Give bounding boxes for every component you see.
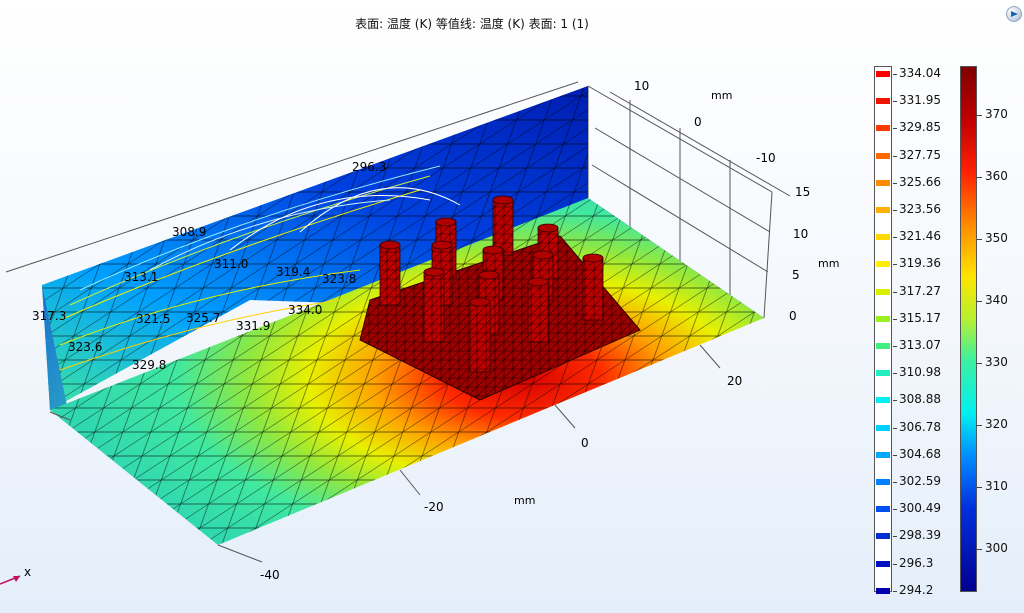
contour-legend-label: 298.39: [899, 528, 941, 543]
contour-label: 296.3: [352, 160, 386, 174]
contour-label: 331.9: [236, 319, 270, 333]
x-tick-label: -20: [424, 500, 444, 514]
z-tick-label: 15: [795, 185, 810, 199]
contour-legend-swatch: [876, 506, 890, 513]
pin-fin: [423, 267, 445, 343]
contour-legend-swatch: [876, 560, 890, 567]
contour-legend-swatch: [876, 315, 890, 322]
contour-legend: [874, 66, 897, 594]
contour-legend-swatch: [876, 98, 890, 105]
contour-legend-label: 321.46: [899, 229, 941, 244]
surface-legend-label: 340: [985, 293, 1008, 307]
contour-legend-label: 323.56: [899, 202, 941, 216]
contour-legend-label: 329.85: [899, 120, 941, 135]
contour-legend-swatch: [876, 343, 890, 349]
surface-legend-label: 370: [985, 107, 1008, 121]
contour-legend-label: 310.98: [899, 365, 941, 380]
contour-legend-swatch: [876, 152, 890, 159]
contour-legend-label: 327.75: [899, 147, 941, 162]
contour-legend-label: 325.66: [899, 174, 941, 189]
contour-legend-swatch: [876, 207, 890, 213]
contour-legend-label: 334.04: [899, 66, 941, 80]
contour-legend-swatch: [876, 424, 890, 431]
contour-label: 325.7: [186, 311, 220, 325]
contour-legend-swatch: [876, 261, 890, 268]
pin-fin: [527, 277, 549, 343]
contour-legend-label: 294.2: [899, 582, 934, 597]
contour-legend-swatch: [876, 234, 890, 241]
pin-fin: [469, 297, 491, 373]
z-tick-label: 10: [793, 227, 808, 241]
contour-legend-swatch: [876, 397, 890, 404]
contour-label: 334.0: [288, 303, 322, 317]
triad-x-label: x: [24, 565, 31, 579]
surface-legend-label: 310: [985, 479, 1008, 493]
x-axis-unit: mm: [514, 494, 535, 507]
contour-label: 317.3: [32, 309, 66, 323]
contour-label: 323.8: [322, 272, 356, 286]
contour-legend-label: 300.49: [899, 501, 941, 516]
surface-legend-label: 360: [985, 169, 1008, 183]
contour-legend-label: 304.68: [899, 446, 941, 461]
contour-legend-label: 306.78: [899, 419, 941, 434]
x-tick-label: 0: [581, 436, 589, 450]
contour-legend-label: 331.95: [899, 93, 941, 108]
contour-label: 329.8: [132, 358, 166, 372]
contour-legend-swatch: [876, 179, 890, 186]
contour-legend-swatch: [876, 451, 890, 458]
3d-scene[interactable]: 317.3 323.6 329.8 321.5 325.7 331.9 334.…: [0, 0, 944, 613]
axis-triad: x: [0, 565, 31, 585]
contour-label: 323.6: [68, 340, 102, 354]
contour-label: 311.0: [214, 257, 248, 271]
z-tick-label: 0: [789, 309, 797, 323]
y-tick-label: 10: [634, 79, 649, 93]
contour-legend-label: 313.07: [899, 338, 941, 352]
contour-legend-label: 296.3: [899, 555, 934, 570]
x-tick-label: 20: [727, 374, 742, 388]
z-tick-label: 5: [792, 268, 800, 282]
contour-label: 321.5: [136, 312, 170, 326]
surface-legend-label: 320: [985, 417, 1008, 431]
contour-legend-label: 317.27: [899, 283, 941, 298]
contour-label: 319.4: [276, 265, 310, 279]
y-tick-label: -10: [756, 151, 776, 165]
y-tick-label: 0: [694, 115, 702, 129]
contour-legend-swatch: [876, 533, 890, 540]
contour-legend-swatch: [876, 587, 890, 594]
contour-legend-swatch: [876, 370, 890, 377]
play-icon[interactable]: [1006, 6, 1022, 22]
contour-legend-swatch: [876, 288, 890, 295]
pin-fin: [582, 253, 604, 321]
y-axis-unit: mm: [711, 89, 732, 102]
contour-legend-label: 319.36: [899, 256, 941, 271]
z-axis-unit: mm: [818, 257, 839, 270]
contour-legend-label: 302.59: [899, 474, 941, 488]
contour-label: 308.9: [172, 225, 206, 239]
contour-legend-label: 315.17: [899, 310, 941, 325]
pin-fin: [379, 240, 401, 306]
contour-legend-swatch: [876, 479, 890, 485]
contour-legend-swatch: [876, 125, 890, 132]
surface-color-legend: [960, 66, 982, 592]
surface-legend-label: 350: [985, 231, 1008, 245]
surface-legend-label: 330: [985, 355, 1008, 369]
x-tick-label: -40: [260, 568, 280, 582]
surface-legend-label: 300: [985, 541, 1008, 555]
contour-legend-label: 308.88: [899, 392, 941, 407]
contour-label: 313.1: [124, 270, 158, 284]
contour-legend-swatch: [876, 71, 890, 77]
